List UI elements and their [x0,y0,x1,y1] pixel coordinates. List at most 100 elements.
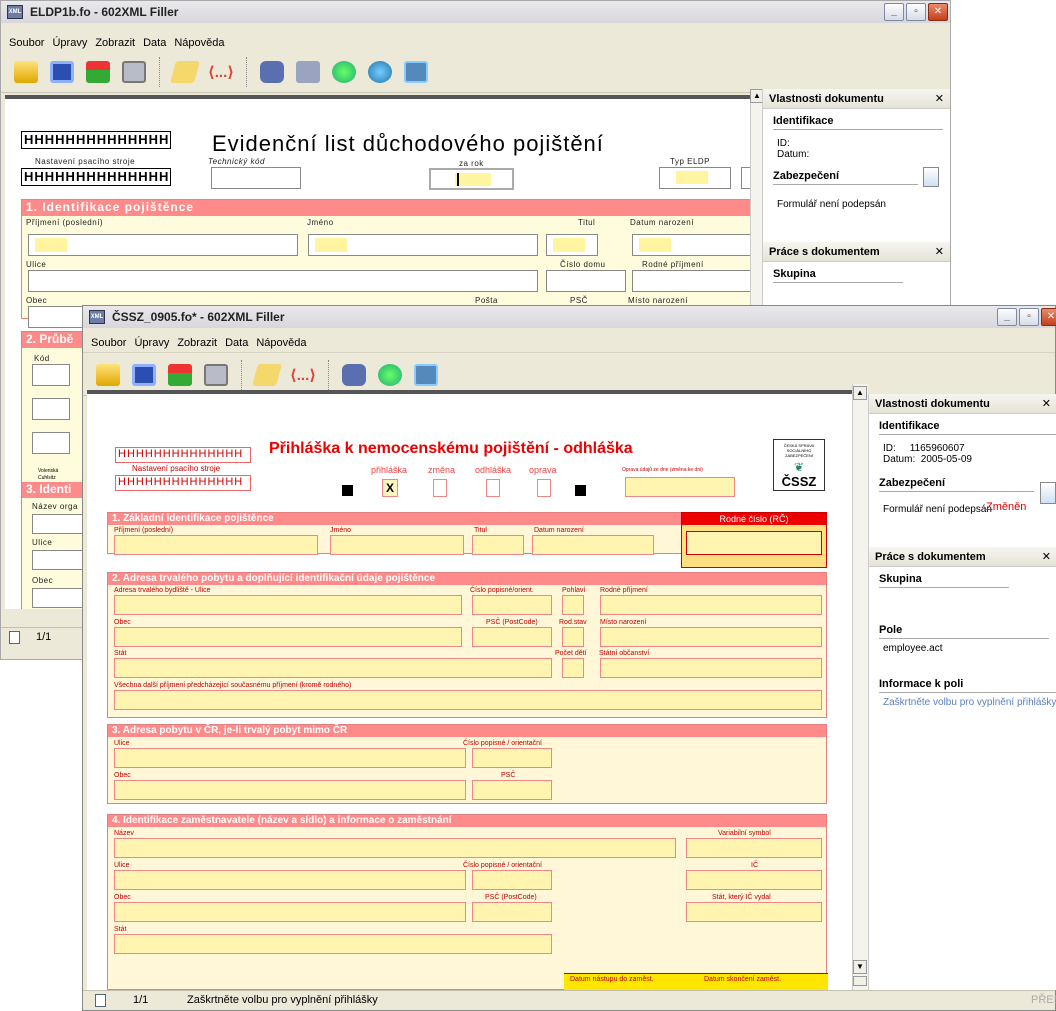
panel-close-icon[interactable]: ✕ [935,245,944,258]
print-button[interactable] [201,360,231,390]
psc-field[interactable] [472,902,552,922]
close-button[interactable]: ✕ [1041,308,1056,326]
city-field[interactable] [28,306,88,328]
menu-file[interactable]: Soubor [9,37,44,49]
title-field[interactable] [472,535,524,555]
db-save-button[interactable] [257,57,287,87]
close-button[interactable]: ✕ [928,3,948,21]
menu-view[interactable]: Zobrazit [177,337,217,349]
street-label: Ulice [114,740,130,747]
save-button[interactable] [47,57,77,87]
menu-view[interactable]: Zobrazit [95,37,135,49]
sign-button[interactable] [252,360,282,390]
housenum-field[interactable] [546,270,626,292]
menu-edit[interactable]: Úpravy [52,37,87,49]
maximize-button[interactable]: ▫ [906,3,926,21]
correction-date-field[interactable] [625,477,735,497]
scroll-down-button[interactable]: ▼ [853,960,867,974]
panel-close-icon[interactable]: ✕ [1042,550,1051,563]
change-checkbox[interactable] [433,479,447,497]
variable-symbol-field[interactable] [686,838,822,858]
pdf-icon [86,60,110,83]
open-button[interactable] [11,57,41,87]
minimize-button[interactable]: _ [884,3,904,21]
marital-field[interactable] [562,627,584,647]
menu-help[interactable]: Nápověda [256,337,306,349]
soap-button[interactable] [365,57,395,87]
birthname-field[interactable] [632,270,750,292]
employer-name-field[interactable] [114,838,676,858]
psc-field[interactable] [472,627,552,647]
city-field[interactable] [114,780,466,800]
panel-close-icon[interactable]: ✕ [935,92,944,105]
pob-field[interactable] [600,627,822,647]
save-button[interactable] [129,360,159,390]
maximize-button[interactable]: ▫ [1019,308,1039,326]
open-button[interactable] [93,360,123,390]
housenum-field[interactable] [472,748,552,768]
surname-field[interactable] [114,535,318,555]
vertical-scrollbar[interactable]: ▲ [750,89,764,309]
deregistration-checkbox[interactable] [486,479,500,497]
street-field[interactable] [114,748,466,768]
xml-button[interactable]: ⟨...⟩ [288,360,318,390]
menu-data[interactable]: Data [225,337,248,349]
minimize-button[interactable]: _ [997,308,1017,326]
eldp-type-field[interactable] [659,167,731,189]
other-surnames-field[interactable] [114,690,822,710]
code-field-1[interactable] [32,364,70,386]
panel-close-icon[interactable]: ✕ [1042,397,1051,410]
ic-field[interactable] [686,870,822,890]
menu-file[interactable]: Soubor [91,337,126,349]
menu-edit[interactable]: Úpravy [134,337,169,349]
menu-data[interactable]: Data [143,37,166,49]
code-field-3[interactable] [32,432,70,454]
code-field-2[interactable] [32,398,70,420]
vertical-scrollbar[interactable]: ▲ ▼ [852,384,868,990]
scroll-thumb[interactable] [853,976,867,986]
state-field[interactable] [114,658,552,678]
psc-field[interactable] [472,780,552,800]
year-field[interactable] [429,168,514,190]
web-button[interactable] [329,57,359,87]
title-field[interactable] [546,234,598,256]
db-send-button[interactable] [293,57,323,87]
export-pdf-button[interactable] [165,360,195,390]
housenum-label: Číslo popisné/orient. [470,587,534,594]
street-field[interactable] [114,870,466,890]
db-save-button[interactable] [339,360,369,390]
xml-button[interactable]: ⟨...⟩ [206,57,236,87]
city-field[interactable] [114,902,466,922]
calculator-button[interactable] [411,360,441,390]
name-field[interactable] [330,535,464,555]
tech-code-field[interactable] [211,167,301,189]
housenum-field[interactable] [472,595,552,615]
surname-field[interactable] [28,234,298,256]
title-bar[interactable]: XML ELDP1b.fo - 602XML Filler _ ▫ ✕ [1,1,950,23]
street-field[interactable] [28,270,538,292]
children-field[interactable] [562,658,584,678]
birth-number-field[interactable] [686,531,822,555]
sign-button[interactable] [170,57,200,87]
menu-help[interactable]: Nápověda [174,37,224,49]
calculator-button[interactable] [401,57,431,87]
scroll-up-button[interactable]: ▲ [853,386,867,400]
dob-field[interactable] [632,234,750,256]
web-button[interactable] [375,360,405,390]
city-field[interactable] [114,627,462,647]
street-field[interactable] [114,595,462,615]
citizenship-field[interactable] [600,658,822,678]
state-field[interactable] [114,934,552,954]
birthname-field[interactable] [600,595,822,615]
eldp-extra-field[interactable] [741,167,750,189]
title-bar[interactable]: XML ČSSZ_0905.fo* - 602XML Filler _ ▫ ✕ [83,306,1056,328]
housenum-field[interactable] [472,870,552,890]
correction-checkbox[interactable] [537,479,551,497]
print-button[interactable] [119,57,149,87]
sex-field[interactable] [562,595,584,615]
dob-field[interactable] [532,535,654,555]
registration-checkbox[interactable]: X [382,479,398,497]
ic-state-field[interactable] [686,902,822,922]
export-pdf-button[interactable] [83,57,113,87]
name-field[interactable] [308,234,538,256]
